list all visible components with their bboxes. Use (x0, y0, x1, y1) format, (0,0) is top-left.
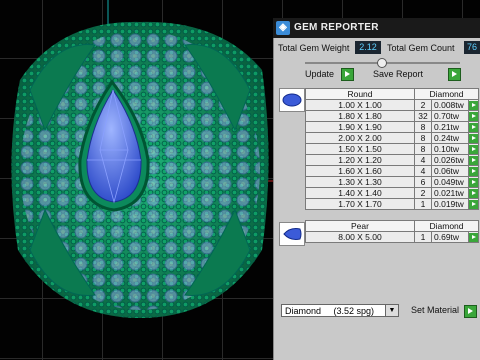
gem-count: 2 (414, 187, 432, 199)
gem-weight: 0.69tw (431, 231, 469, 243)
pear-material-header: Diamond (414, 220, 479, 232)
gem-weight: 0.70tw (431, 110, 469, 122)
round-gem-icon (282, 93, 302, 107)
play-icon[interactable] (469, 144, 478, 154)
pear-gem-icon (283, 228, 302, 240)
gem-size: 1.70 X 1.70 (305, 198, 415, 210)
total-weight-value: 2.12 (355, 41, 381, 54)
gem-reporter-icon: ◈ (276, 21, 290, 35)
play-icon[interactable] (469, 166, 478, 176)
play-icon[interactable] (469, 111, 478, 121)
table-row[interactable]: 1.70 X 1.70 1 0.019tw (305, 198, 479, 210)
round-gem-table: Round Diamond 1.00 X 1.00 2 0.008tw 1.80 X … (305, 88, 479, 210)
play-icon[interactable] (469, 177, 478, 187)
table-row[interactable]: 1.40 X 1.40 2 0.021tw (305, 187, 479, 199)
gem-count: 2 (414, 99, 432, 111)
gem-weight: 0.026tw (431, 154, 469, 166)
select-row-button[interactable] (468, 154, 479, 166)
play-icon[interactable] (469, 122, 478, 132)
gem-size: 1.20 X 1.20 (305, 154, 415, 166)
table-row[interactable]: 1.50 X 1.50 8 0.10tw (305, 143, 479, 155)
update-play-icon[interactable] (341, 68, 354, 81)
select-row-button[interactable] (468, 143, 479, 155)
table-row[interactable]: 1.00 X 1.00 2 0.008tw (305, 99, 479, 111)
table-row[interactable]: 2.00 X 2.00 8 0.24tw (305, 132, 479, 144)
select-row-button[interactable] (468, 121, 479, 133)
pear-shape-header: Pear (305, 220, 415, 232)
pear-gem-thumbnail[interactable] (279, 222, 305, 246)
gem-count: 4 (414, 154, 432, 166)
select-row-button[interactable] (468, 198, 479, 210)
gem-count: 8 (414, 121, 432, 133)
select-row-button[interactable] (468, 231, 479, 243)
pear-gem-table: Pear Diamond 8.00 X 5.00 1 0.69tw (305, 220, 479, 243)
round-material-header: Diamond (414, 88, 479, 100)
material-dropdown[interactable]: Diamond (3.52 spg) ▼ (281, 304, 399, 317)
gem-size: 1.80 X 1.80 (305, 110, 415, 122)
select-row-button[interactable] (468, 176, 479, 188)
panel-titlebar[interactable]: ◈ GEM REPORTER (273, 18, 480, 38)
gem-weight: 0.10tw (431, 143, 469, 155)
play-icon[interactable] (469, 155, 478, 165)
gem-weight: 0.21tw (431, 121, 469, 133)
total-weight-label: Total Gem Weight (278, 43, 350, 53)
table-row[interactable]: 1.80 X 1.80 32 0.70tw (305, 110, 479, 122)
save-report-button[interactable]: Save Report (369, 68, 447, 81)
table-row[interactable]: 1.60 X 1.60 4 0.06tw (305, 165, 479, 177)
gem-size: 1.50 X 1.50 (305, 143, 415, 155)
gem-size: 1.40 X 1.40 (305, 187, 415, 199)
select-row-button[interactable] (468, 165, 479, 177)
table-row[interactable]: 1.90 X 1.90 8 0.21tw (305, 121, 479, 133)
table-row[interactable]: 8.00 X 5.00 1 0.69tw (305, 231, 479, 243)
set-material-button[interactable]: Set Material (407, 304, 463, 317)
select-row-button[interactable] (468, 187, 479, 199)
play-icon[interactable] (469, 232, 478, 242)
slider-knob[interactable] (377, 58, 387, 68)
round-gem-thumbnail[interactable] (279, 88, 305, 112)
gem-weight: 0.021tw (431, 187, 469, 199)
gem-weight: 0.008tw (431, 99, 469, 111)
gem-size: 1.00 X 1.00 (305, 99, 415, 111)
table-row[interactable]: 1.20 X 1.20 4 0.026tw (305, 154, 479, 166)
play-icon[interactable] (469, 100, 478, 110)
update-button[interactable]: Update (301, 68, 339, 81)
play-icon[interactable] (469, 133, 478, 143)
gem-count: 8 (414, 143, 432, 155)
gem-weight: 0.06tw (431, 165, 469, 177)
gem-weight: 0.019tw (431, 198, 469, 210)
round-shape-header: Round (305, 88, 415, 100)
total-count-label: Total Gem Count (387, 43, 455, 53)
total-count-value: 76 (464, 41, 480, 54)
gem-count: 4 (414, 165, 432, 177)
gem-count: 8 (414, 132, 432, 144)
gem-size: 2.00 X 2.00 (305, 132, 415, 144)
set-material-play-icon[interactable] (464, 305, 477, 318)
gem-count: 1 (414, 198, 432, 210)
gem-count: 1 (414, 231, 432, 243)
gem-count: 6 (414, 176, 432, 188)
chevron-down-icon[interactable]: ▼ (385, 305, 398, 316)
table-row[interactable]: 1.30 X 1.30 6 0.049tw (305, 176, 479, 188)
material-dropdown-value: Diamond (3.52 spg) (285, 306, 375, 316)
play-icon[interactable] (469, 199, 478, 209)
play-icon[interactable] (469, 188, 478, 198)
select-row-button[interactable] (468, 99, 479, 111)
save-report-play-icon[interactable] (448, 68, 461, 81)
gem-count: 32 (414, 110, 432, 122)
gem-size: 1.30 X 1.30 (305, 176, 415, 188)
gem-weight: 0.049tw (431, 176, 469, 188)
gem-size: 8.00 X 5.00 (305, 231, 415, 243)
slider-track[interactable] (305, 58, 460, 68)
select-row-button[interactable] (468, 110, 479, 122)
gem-weight: 0.24tw (431, 132, 469, 144)
gem-size: 1.90 X 1.90 (305, 121, 415, 133)
panel-title: GEM REPORTER (294, 22, 379, 33)
select-row-button[interactable] (468, 132, 479, 144)
gem-size: 1.60 X 1.60 (305, 165, 415, 177)
